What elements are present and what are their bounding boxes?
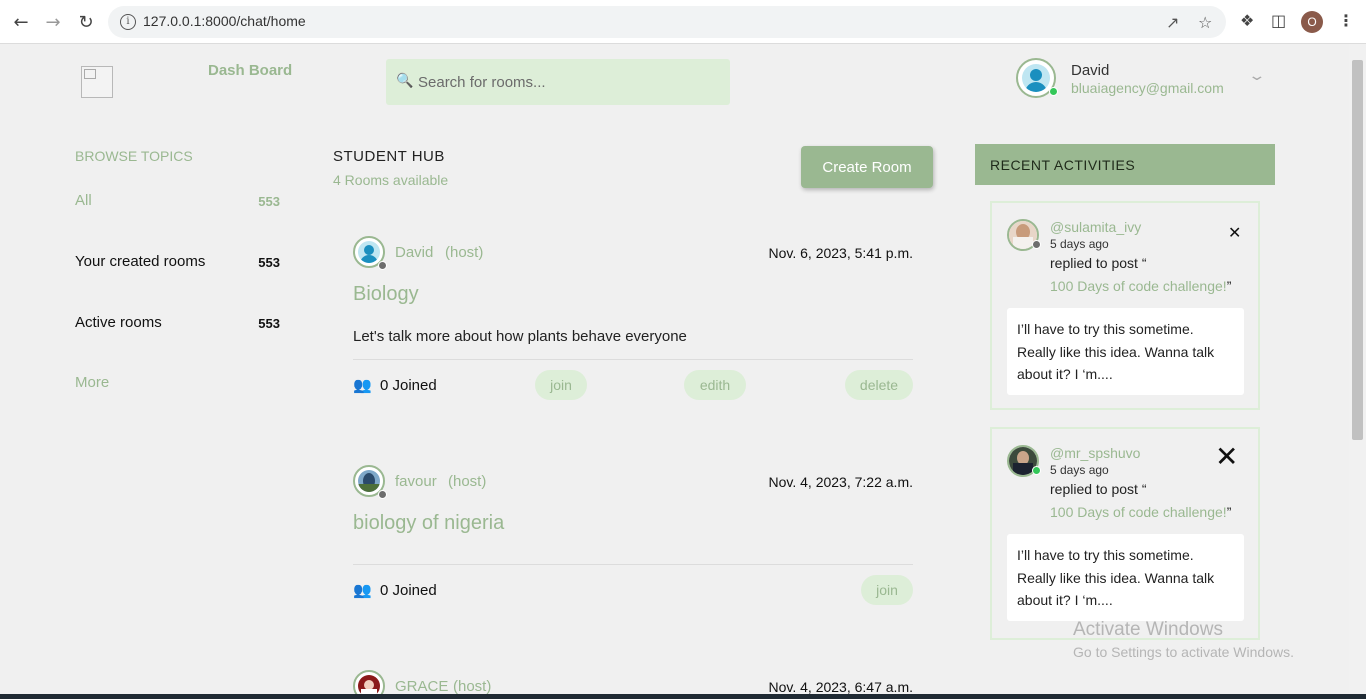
- online-status-dot: [1049, 87, 1058, 96]
- user-avatar[interactable]: [1016, 58, 1058, 98]
- recent-activities-header: RECENT ACTIVITIES: [975, 144, 1275, 185]
- sidepanel-icon[interactable]: ◫: [1271, 11, 1286, 30]
- activate-windows-title: Activate Windows: [1073, 619, 1223, 640]
- closing-quote: ”: [1226, 278, 1232, 294]
- rooms-count: 4 Rooms available: [333, 172, 449, 188]
- activity-card: @sulamita_ivy 5 days ago replied to post…: [990, 201, 1260, 410]
- post-title: 100 Days of code challenge!: [1050, 278, 1227, 294]
- topic-label: All: [75, 192, 92, 209]
- feed-title: STUDENT HUB: [333, 148, 445, 165]
- puzzle-icon[interactable]: ❖: [1240, 11, 1254, 30]
- topic-count: 553: [258, 316, 280, 331]
- close-icon[interactable]: ✕: [1228, 225, 1241, 241]
- browser-profile-avatar[interactable]: O: [1301, 11, 1323, 33]
- offline-status-dot: [1032, 240, 1041, 249]
- people-icon: 👥: [353, 376, 372, 394]
- host-name[interactable]: favour: [395, 473, 437, 490]
- closing-quote: ”: [1226, 504, 1232, 520]
- room-card: favour (host) Nov. 4, 2023, 7:22 a.m. bi…: [353, 465, 913, 615]
- recent-activities-title: RECENT ACTIVITIES: [990, 157, 1136, 173]
- star-icon[interactable]: ☆: [1198, 13, 1212, 32]
- post-title: 100 Days of code challenge!: [1050, 504, 1227, 520]
- divider: [353, 359, 913, 360]
- activity-action: replied to post “: [1050, 255, 1147, 271]
- reload-icon[interactable]: ↻: [75, 11, 97, 33]
- activity-time: 5 days ago: [1050, 237, 1109, 251]
- user-name: David: [1071, 62, 1110, 79]
- joined-count: 0 Joined: [380, 582, 437, 599]
- people-icon: 👥: [353, 581, 372, 599]
- activity-card: @mr_spshuvo 5 days ago replied to post “…: [990, 427, 1260, 640]
- more-topics-link[interactable]: More: [75, 374, 109, 391]
- online-status-dot: [1032, 466, 1041, 475]
- chevron-down-icon[interactable]: ⌄: [1247, 68, 1266, 84]
- joined-count: 0 Joined: [380, 377, 437, 394]
- user-email: bluaiagency@gmail.com: [1071, 80, 1224, 96]
- share-icon[interactable]: ↗: [1166, 13, 1179, 32]
- activity-handle[interactable]: @mr_spshuvo: [1050, 445, 1140, 461]
- activity-handle[interactable]: @sulamita_ivy: [1050, 219, 1141, 235]
- offline-status-dot: [378, 261, 387, 270]
- activity-action: replied to post “: [1050, 481, 1147, 497]
- site-logo[interactable]: [81, 66, 113, 98]
- browse-topics-heading: BROWSE TOPICS: [75, 148, 193, 164]
- search-icon: 🔍: [396, 73, 414, 89]
- room-card: David (host) Nov. 6, 2023, 5:41 p.m. Bio…: [353, 236, 913, 406]
- room-date: Nov. 4, 2023, 6:47 a.m.: [768, 679, 914, 695]
- delete-button[interactable]: delete: [845, 370, 913, 400]
- host-avatar[interactable]: [353, 236, 387, 270]
- close-icon[interactable]: ✕: [1215, 443, 1238, 471]
- address-bar[interactable]: i 127.0.0.1:8000/chat/home ↗ ☆: [108, 6, 1226, 38]
- topic-count: 553: [258, 255, 280, 270]
- create-room-button[interactable]: Create Room: [801, 146, 933, 188]
- host-tag: (host): [445, 244, 484, 261]
- host-name[interactable]: GRACE: [395, 678, 448, 695]
- topic-count: 553: [258, 194, 280, 209]
- taskbar-edge: [0, 694, 1366, 699]
- scrollbar-thumb[interactable]: [1352, 60, 1363, 440]
- edit-button[interactable]: edith: [684, 370, 746, 400]
- topic-label: Your created rooms: [75, 253, 206, 270]
- search-bar[interactable]: 🔍: [386, 59, 730, 105]
- room-description: Let's talk more about how plants behave …: [353, 328, 687, 345]
- activity-message: I’ll have to try this sometime. Really l…: [1007, 308, 1244, 395]
- host-avatar[interactable]: [353, 465, 387, 499]
- room-title[interactable]: biology of nigeria: [353, 512, 504, 535]
- host-tag: (host): [453, 678, 492, 695]
- page-scrollbar[interactable]: [1349, 44, 1366, 699]
- activity-post-link[interactable]: 100 Days of code challenge!”: [1050, 504, 1231, 520]
- join-button[interactable]: join: [535, 370, 587, 400]
- activity-message: I’ll have to try this sometime. Really l…: [1007, 534, 1244, 621]
- activity-time: 5 days ago: [1050, 463, 1109, 477]
- browser-toolbar: ← → ↻ i 127.0.0.1:8000/chat/home ↗ ☆ ❖ ◫…: [0, 0, 1366, 44]
- join-button[interactable]: join: [861, 575, 913, 605]
- divider: [353, 564, 913, 565]
- room-title[interactable]: Biology: [353, 283, 419, 306]
- dashboard-link[interactable]: Dash Board: [208, 62, 292, 79]
- search-input[interactable]: [418, 68, 718, 96]
- room-date: Nov. 4, 2023, 7:22 a.m.: [768, 474, 914, 490]
- forward-arrow-icon[interactable]: →: [42, 11, 64, 33]
- back-arrow-icon[interactable]: ←: [10, 11, 32, 33]
- room-date: Nov. 6, 2023, 5:41 p.m.: [768, 245, 914, 261]
- activity-post-link[interactable]: 100 Days of code challenge!”: [1050, 278, 1231, 294]
- host-tag: (host): [448, 473, 487, 490]
- info-icon[interactable]: i: [120, 14, 136, 30]
- url-text: 127.0.0.1:8000/chat/home: [143, 13, 306, 29]
- topic-label: Active rooms: [75, 314, 162, 331]
- offline-status-dot: [378, 490, 387, 499]
- activate-windows-subtitle: Go to Settings to activate Windows.: [1073, 644, 1294, 660]
- kebab-menu-icon[interactable]: ⋮: [1338, 11, 1354, 30]
- host-name[interactable]: David: [395, 244, 433, 261]
